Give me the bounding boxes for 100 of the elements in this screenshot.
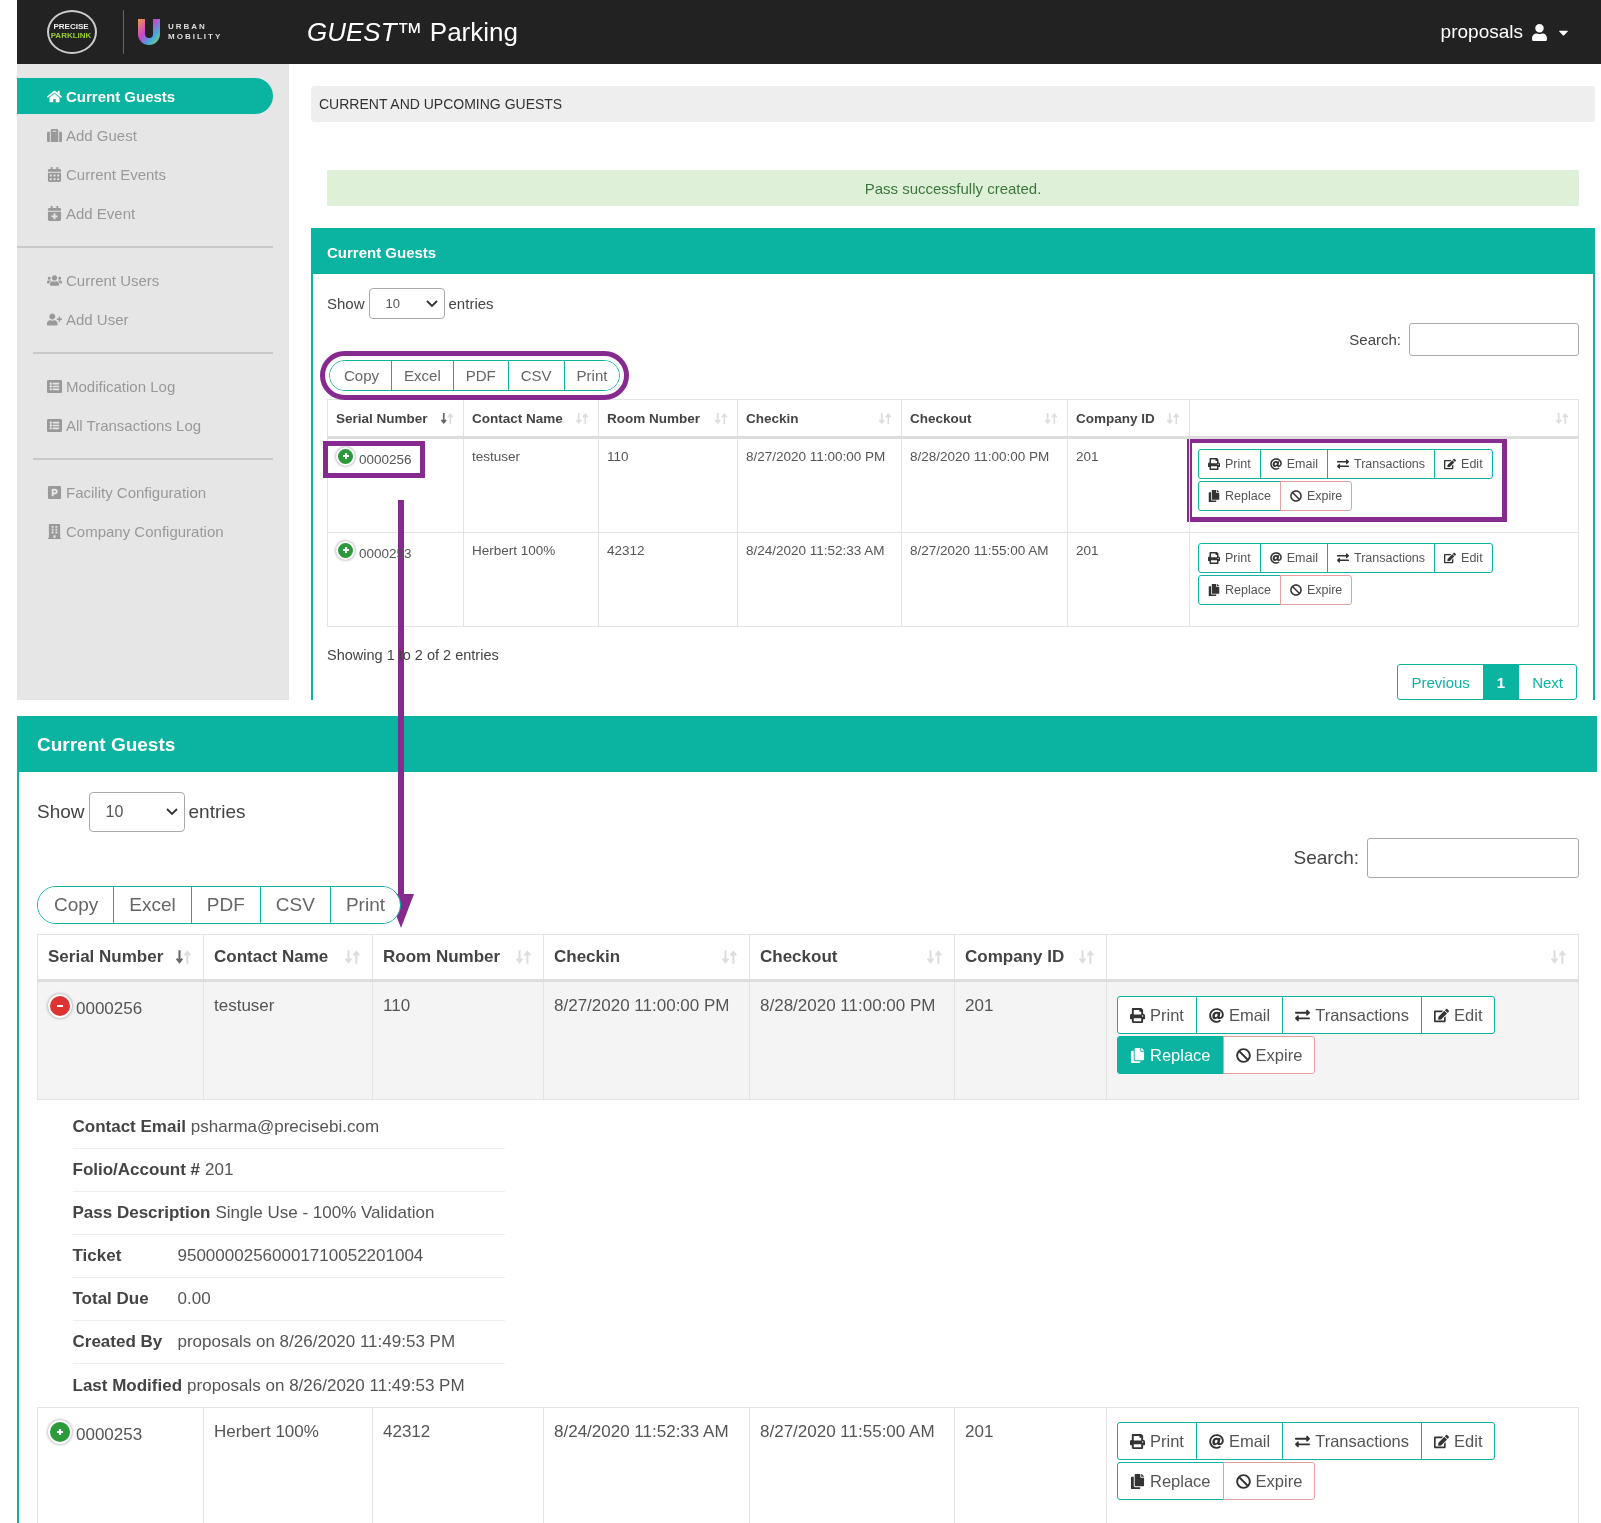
action-button[interactable]: Email [1195,1422,1284,1460]
at-sign-icon [1208,1007,1224,1023]
sort-icon[interactable] [1078,948,1096,966]
action-button[interactable]: Print [1117,996,1197,1034]
exchange-arrows-icon [1295,1433,1311,1449]
edit-icon [1434,1007,1450,1023]
sort-icon[interactable] [714,410,729,426]
parklink-logo: PRECISE PARKLINK [47,10,97,54]
action-button[interactable]: Replace [1198,575,1281,605]
panel-title: Current Guests [19,718,1597,772]
list-icon [47,378,62,394]
sort-icon[interactable] [721,948,739,966]
entries-select[interactable]: 10 [88,792,185,832]
success-alert: Pass successfully created. [327,170,1579,206]
table-cell: testuser [203,980,373,1100]
sort-icon[interactable] [1550,948,1568,966]
action-button[interactable]: Replace [1198,481,1281,511]
search-field[interactable] [1409,323,1579,356]
action-button[interactable]: Expire [1222,1462,1316,1500]
sort-descending-icon[interactable] [175,948,193,966]
user-menu[interactable]: proposals [1440,21,1571,43]
edit-icon [1434,1433,1450,1449]
action-button[interactable]: Print [1117,1422,1197,1460]
table-cell: 8/27/2020 11:00:00 PM [543,980,750,1100]
sort-icon[interactable] [878,410,893,426]
action-button[interactable]: Edit [1421,996,1496,1034]
table-cell: Herbert 100% [463,532,599,627]
export-button[interactable]: Print [329,887,400,923]
table-cell: 8/28/2020 11:00:00 PM [901,437,1068,533]
parking-sign-icon [47,484,62,500]
sort-icon[interactable] [575,410,590,426]
chevron-down-icon [165,808,178,816]
sort-descending-icon[interactable] [440,410,455,426]
serial-number: 0000256 [359,451,412,467]
show-label: Show [327,295,365,312]
expand-icon[interactable] [336,446,355,466]
collapse-icon[interactable] [48,994,72,1018]
action-button[interactable]: Edit [1421,1422,1496,1460]
printer-icon [1208,458,1220,470]
sort-icon[interactable] [1044,410,1059,426]
exchange-arrows-icon [1336,458,1349,470]
expand-icon[interactable] [336,540,355,560]
action-button[interactable]: Transactions [1282,1422,1423,1460]
show-label: Show [37,801,85,823]
entries-label: entries [188,801,246,823]
page-heading: CURRENT AND UPCOMING GUESTS [311,86,1595,122]
action-button[interactable]: Edit [1434,543,1493,573]
ban-icon [1235,1047,1251,1063]
copy-icon [1208,584,1220,596]
exchange-arrows-icon [1336,552,1349,564]
u-logo-icon [136,17,162,47]
sort-icon[interactable] [926,948,944,966]
entries-select[interactable]: 10 [368,288,445,319]
detail-value: proposals on 8/26/2020 11:49:53 PM [177,1332,456,1352]
action-button[interactable]: Transactions [1282,996,1423,1034]
action-button[interactable]: Expire [1279,481,1353,511]
action-button[interactable]: Email [1195,996,1284,1034]
ban-icon [1235,1473,1251,1489]
sort-icon[interactable] [1555,410,1570,426]
search-label: Search: [1349,331,1401,348]
action-button[interactable]: Expire [1222,1036,1316,1074]
detail-value: Single Use - 100% Validation [215,1203,435,1223]
copy-icon [1130,1047,1145,1063]
expand-icon[interactable] [48,1420,72,1444]
at-sign-icon [1269,552,1282,564]
edit-icon [1444,458,1457,470]
home-icon [47,88,62,104]
export-button[interactable]: Print [563,361,620,390]
column-header[interactable] [1189,399,1579,438]
sort-icon[interactable] [515,948,533,966]
detail-label: Created By [72,1332,164,1352]
table-cell: 201 [954,980,1107,1100]
list-icon [47,417,62,433]
action-button[interactable]: Transactions [1326,543,1436,573]
action-button[interactable]: Email [1259,543,1328,573]
users-icon [47,272,62,288]
action-button[interactable]: Print [1198,449,1261,479]
detail-value: 201 [205,1160,234,1180]
search-field[interactable] [1367,838,1579,878]
action-button[interactable]: Expire [1279,575,1353,605]
detail-label: Pass Description [72,1203,211,1223]
action-button[interactable]: Edit [1434,449,1493,479]
exchange-arrows-icon [1295,1007,1311,1023]
action-button[interactable]: Print [1198,543,1261,573]
action-button[interactable]: Transactions [1326,449,1436,479]
copy-icon [1130,1473,1145,1489]
table-cell: 8/27/2020 11:55:00 AM [901,532,1068,627]
action-button[interactable]: Email [1259,449,1328,479]
table-cell: testuser [463,437,599,533]
sort-icon[interactable] [1166,410,1181,426]
serial-number: 0000253 [76,1425,143,1445]
table-cell: 8/24/2020 11:52:33 AM [737,532,902,627]
calendar-icon [47,166,62,182]
table-cell: 201 [1067,437,1190,533]
action-button[interactable]: Replace [1117,1462,1224,1500]
ban-icon [1289,584,1302,596]
sort-icon[interactable] [344,948,362,966]
app-title: GUEST™ Parking [307,16,518,48]
chevron-down-icon [425,299,438,308]
detail-label: Folio/Account # [72,1160,200,1180]
